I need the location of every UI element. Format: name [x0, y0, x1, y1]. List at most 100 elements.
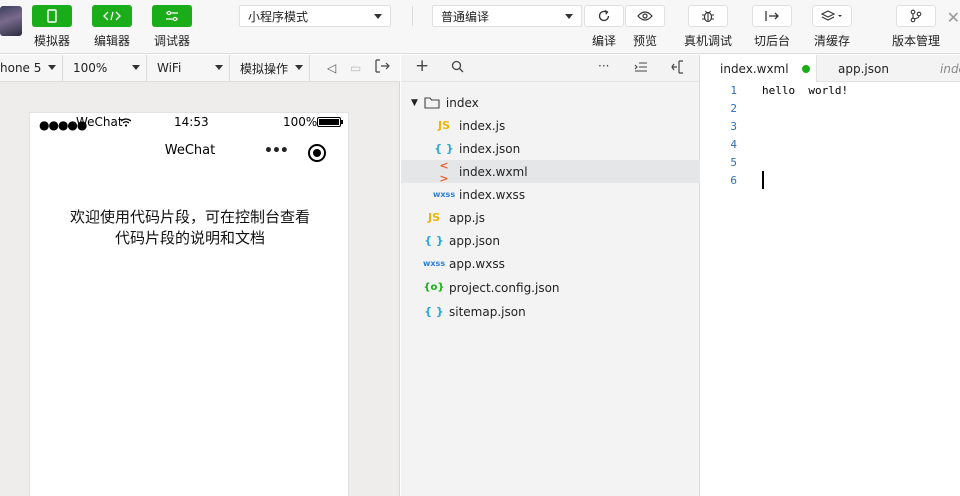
phone-screen[interactable]: ●●●●● WeChat 14:53 100% WeChat ••• 欢迎使用代… [29, 112, 349, 496]
simulate-action-value: 模拟操作 [240, 61, 289, 76]
json-file-icon: { } [424, 305, 444, 318]
compile-label: 编译 [591, 34, 616, 48]
simulate-action-select[interactable]: 模拟操作 [234, 55, 310, 81]
carrier-name: WeChat [76, 115, 123, 129]
tab-index-wxml[interactable]: index.wxml [701, 55, 817, 82]
tree-item-label: app.js [449, 210, 485, 225]
chevron-down-icon [48, 65, 56, 70]
line-number: 6 [730, 174, 737, 187]
mode-select[interactable]: 小程序模式 [239, 5, 391, 27]
top-toolbar: 模拟器 编辑器 调试器 小程序模式 普通编译 编译 预览 真机调试 切后台 清缓… [0, 0, 960, 54]
tree-item-app-js[interactable]: JS app.js [401, 206, 700, 229]
tab-index-overflow[interactable]: index [921, 55, 960, 82]
avatar[interactable] [0, 6, 22, 36]
close-icon[interactable]: ✕ [947, 8, 960, 27]
tree-item-label: app.wxss [449, 256, 505, 271]
version-label: 版本管理 [891, 34, 940, 48]
collapse-all-icon[interactable] [634, 61, 648, 77]
tree-item-label: index.js [459, 118, 506, 133]
device-select-value: hone 5 [0, 61, 42, 75]
split-panel-icon[interactable] [671, 60, 685, 78]
code-editor[interactable]: index.wxml app.json index 1 2 3 4 5 6 he… [701, 55, 960, 496]
bug-icon [702, 10, 714, 23]
compile-mode-value: 普通编译 [441, 9, 490, 24]
add-icon[interactable]: + [415, 56, 429, 76]
preview-button[interactable] [625, 5, 665, 27]
capsule-close-icon[interactable] [308, 144, 326, 162]
chevron-down-icon [374, 14, 382, 19]
toolbar-divider [412, 6, 413, 26]
triangle-down-icon: ▼ [411, 97, 418, 108]
simulator-toggle-button[interactable] [32, 5, 72, 27]
window-icon[interactable]: ▭ [350, 61, 361, 75]
file-explorer: + ··· ▼ index JS index.js { } index.json… [401, 55, 700, 496]
tree-item-app-wxss[interactable]: wxss app.wxss [401, 252, 700, 275]
tree-item-sitemap[interactable]: { } sitemap.json [401, 300, 700, 323]
tab-label: app.json [838, 61, 889, 76]
code-line-1[interactable]: hello world! [762, 84, 848, 97]
explorer-toolbar: + ··· [401, 55, 700, 82]
debugger-toggle-button[interactable] [152, 5, 192, 27]
editor-toggle-button[interactable] [92, 5, 132, 27]
tree-item-index-wxss[interactable]: wxss index.wxss [401, 183, 700, 206]
status-time: 14:53 [174, 115, 209, 129]
mode-select-value: 小程序模式 [248, 9, 309, 24]
tree-item-label: index [445, 95, 479, 110]
chevron-down-icon [215, 65, 223, 70]
layers-icon [821, 10, 842, 21]
device-select[interactable]: hone 5 [0, 55, 63, 81]
speaker-icon[interactable]: ◁ [327, 61, 336, 75]
search-icon[interactable] [451, 60, 464, 77]
clear-cache-button[interactable] [812, 5, 852, 27]
tree-item-index-json[interactable]: { } index.json [401, 137, 700, 160]
sliders-icon [166, 10, 178, 22]
js-file-icon: JS [427, 211, 440, 224]
eye-icon [637, 11, 653, 21]
network-select[interactable]: WiFi [151, 55, 230, 81]
editor-label: 编辑器 [93, 34, 130, 48]
version-control-button[interactable] [896, 5, 936, 27]
more-icon[interactable]: ••• [264, 143, 289, 159]
tree-item-project-config[interactable]: {o} project.config.json [401, 276, 700, 299]
phone-status-bar: ●●●●● WeChat 14:53 100% [30, 113, 350, 133]
tree-item-app-json[interactable]: { } app.json [401, 229, 700, 252]
debugger-label: 调试器 [153, 34, 190, 48]
js-file-icon: JS [437, 119, 450, 132]
exit-to-bg-icon [765, 11, 779, 21]
preview-label: 预览 [632, 34, 657, 48]
wxss-file-icon: wxss [433, 190, 456, 199]
tree-folder-index[interactable]: ▼ index [401, 91, 700, 114]
network-select-value: WiFi [157, 61, 182, 75]
welcome-text: 欢迎使用代码片段，可在控制台查看 代码片段的说明和文档 [50, 207, 330, 249]
branch-icon [910, 9, 922, 23]
chevron-down-icon [295, 65, 303, 70]
code-icon [103, 11, 121, 21]
wifi-icon [120, 118, 132, 127]
tab-label: index [940, 61, 960, 76]
chevron-down-icon [132, 65, 140, 70]
detach-icon[interactable] [374, 59, 390, 76]
tab-app-json[interactable]: app.json [819, 55, 929, 82]
welcome-line-1: 欢迎使用代码片段，可在控制台查看 [69, 208, 310, 226]
chevron-down-icon [565, 14, 573, 19]
line-number: 2 [730, 102, 737, 115]
compile-button[interactable] [584, 5, 624, 27]
more-options-icon[interactable]: ··· [598, 59, 609, 73]
device-debug-label: 真机调试 [683, 34, 732, 48]
background-label: 切后台 [753, 34, 790, 48]
line-number: 5 [730, 156, 737, 169]
zoom-select[interactable]: 100% [67, 55, 147, 81]
compile-mode-select[interactable]: 普通编译 [432, 5, 582, 27]
tree-item-index-wxml[interactable]: < > index.wxml [401, 159, 700, 185]
tree-item-label: project.config.json [449, 280, 560, 295]
background-button[interactable] [752, 5, 792, 27]
tree-item-index-js[interactable]: JS index.js [401, 114, 700, 137]
json-file-icon: { } [434, 142, 454, 155]
json-file-icon: { } [424, 234, 444, 247]
simulator-panel: hone 5 100% WiFi 模拟操作 ◁ ▭ ●●●●● WeChat 1… [0, 55, 400, 496]
tree-item-label: index.json [459, 141, 521, 156]
device-debug-button[interactable] [688, 5, 728, 27]
zoom-select-value: 100% [73, 61, 108, 75]
battery-icon [317, 117, 343, 127]
line-number: 4 [730, 138, 737, 151]
